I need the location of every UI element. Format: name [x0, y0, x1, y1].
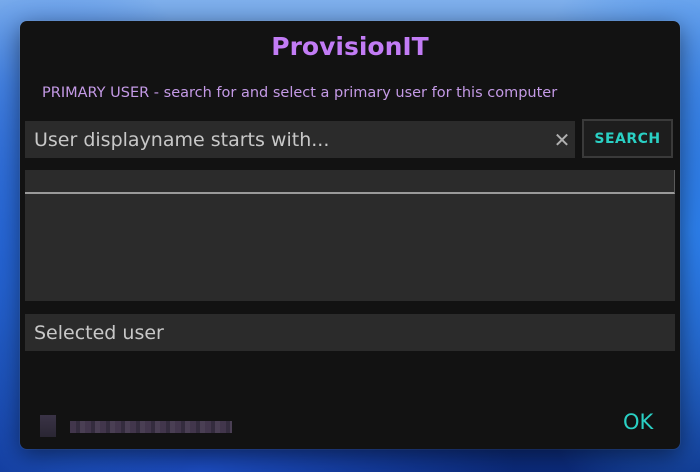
dialog-title: ProvisionIT — [271, 32, 429, 61]
search-button[interactable]: SEARCH — [582, 119, 673, 158]
close-icon[interactable]: ✕ — [549, 128, 575, 152]
search-input[interactable] — [25, 120, 549, 159]
results-list-header — [25, 170, 675, 194]
ok-button[interactable]: OK — [623, 410, 653, 434]
search-field: ✕ — [25, 120, 575, 159]
company-logo-icon — [40, 415, 56, 437]
user-results-list[interactable] — [25, 170, 675, 301]
selected-user-field[interactable]: Selected user — [25, 314, 675, 351]
dialog-subtitle: PRIMARY USER - search for and select a p… — [42, 85, 558, 101]
footer-info-text — [70, 421, 232, 433]
provisionit-dialog: ProvisionIT PRIMARY USER - search for an… — [20, 21, 680, 449]
